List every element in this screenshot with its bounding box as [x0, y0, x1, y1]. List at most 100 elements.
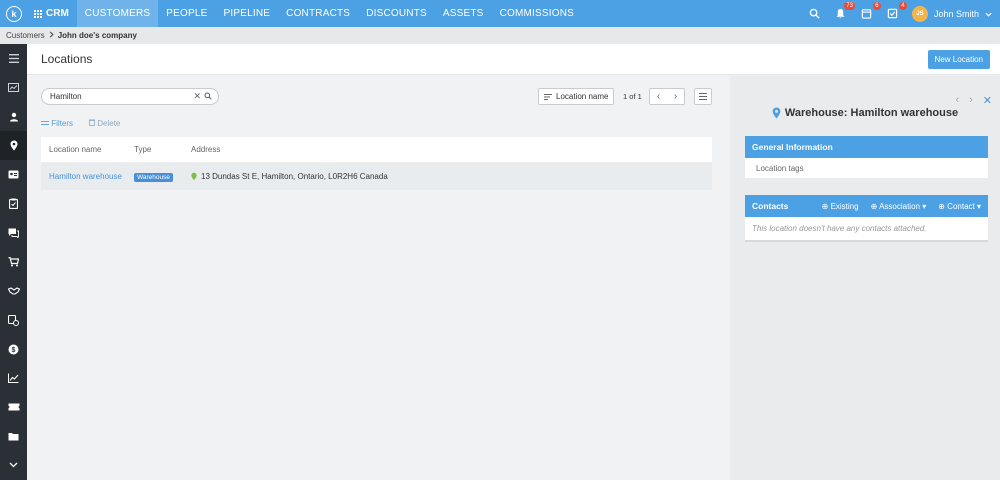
header-address[interactable]: Address [191, 145, 712, 154]
locations-table: Location name Type Address Hamilton ware… [41, 137, 712, 190]
clear-search-icon[interactable]: ✕ [193, 91, 201, 102]
table-row[interactable]: Hamilton warehouse Warehouse 13 Dundas S… [41, 163, 712, 190]
sidebar-item-dashboard[interactable] [0, 73, 27, 102]
approvals-check-icon[interactable]: 4 [886, 1, 907, 21]
detail-nav: ‹ › ✕ [955, 94, 992, 107]
header-location-name[interactable]: Location name [41, 145, 134, 154]
header-type[interactable]: Type [134, 145, 191, 154]
top-navigation-bar: k CRM CUSTOMERS PEOPLE PIPELINE CONTRACT… [0, 0, 1000, 27]
general-information-header[interactable]: General Information [745, 136, 988, 158]
search-icon[interactable] [808, 7, 822, 21]
association-label: Association [879, 201, 920, 211]
search-input[interactable]: Hamilton ✕ [41, 88, 219, 105]
location-pin-icon [772, 107, 781, 119]
search-value[interactable]: Hamilton [50, 92, 190, 101]
billing-icon [8, 314, 19, 326]
filters-label: Filters [51, 119, 74, 128]
pager-buttons: ‹ › [649, 88, 685, 105]
tasks-icon[interactable]: 6 [860, 1, 881, 21]
chat-icon [8, 228, 19, 238]
location-pin-icon [10, 140, 17, 151]
existing-label: Existing [830, 201, 859, 211]
nav-assets[interactable]: ASSETS [435, 0, 492, 27]
contacts-title: Contacts [752, 201, 789, 211]
sort-selector[interactable]: Location name [538, 88, 615, 105]
breadcrumb-parent[interactable]: Customers [6, 31, 45, 40]
detail-title-text: Warehouse: Hamilton warehouse [784, 107, 959, 119]
sidebar-item-people[interactable] [0, 102, 27, 131]
delete-button[interactable]: Delete [89, 119, 120, 128]
clipboard-icon [9, 198, 18, 210]
list-toolbar: Filters Delete [41, 119, 120, 128]
sidebar-menu-toggle[interactable] [0, 44, 27, 73]
list-icon [699, 93, 707, 100]
contacts-empty-message: This location doesn't have any contacts … [745, 217, 988, 242]
svg-text:$: $ [12, 347, 16, 354]
chevron-down-icon [9, 462, 18, 468]
tasks-count-badge: 6 [872, 1, 881, 10]
filters-button[interactable]: Filters [41, 119, 73, 128]
delete-label: Delete [97, 119, 121, 128]
general-information-card: General Information Location tags [745, 136, 988, 178]
location-name-link[interactable]: Hamilton warehouse [49, 172, 122, 181]
dashboard-icon [8, 83, 19, 93]
sidebar-item-contacts[interactable] [0, 160, 27, 189]
nav-discounts[interactable]: DISCOUNTS [358, 0, 435, 27]
user-name: John Smith [933, 8, 979, 19]
sidebar-item-tasks[interactable] [0, 189, 27, 218]
filter-icon [41, 121, 49, 125]
hamburger-icon [8, 54, 19, 64]
map-pin-icon [191, 172, 197, 181]
top-right-actions: 73 6 4 JS John Smith [808, 0, 1000, 27]
app-logo[interactable]: k [0, 0, 28, 27]
nav-pipeline[interactable]: PIPELINE [216, 0, 279, 27]
dollar-icon: $ [8, 344, 19, 355]
location-type-badge: Warehouse [134, 173, 173, 182]
nav-commissions[interactable]: COMMISSIONS [492, 0, 582, 27]
sidebar-item-tickets[interactable] [0, 393, 27, 422]
table-header: Location name Type Address [41, 137, 712, 163]
new-location-button[interactable]: New Location [927, 50, 990, 69]
nav-customers[interactable]: CUSTOMERS [76, 0, 159, 27]
previous-record-icon[interactable]: ‹ [955, 94, 959, 107]
sidebar-item-reports[interactable] [0, 364, 27, 393]
avatar: JS [911, 5, 928, 22]
notifications-count-badge: 73 [844, 1, 855, 10]
contact-dropdown[interactable]: ⊕ Contact ▾ [938, 202, 981, 211]
folder-icon [8, 432, 19, 441]
nav-contracts[interactable]: CONTRACTS [278, 0, 358, 27]
next-page-button[interactable]: › [667, 89, 684, 104]
cart-icon [8, 256, 19, 267]
nav-people[interactable]: PEOPLE [158, 0, 215, 27]
add-existing-contact-button[interactable]: ⊕ Existing [822, 202, 859, 211]
sidebar-more[interactable] [0, 451, 27, 480]
notifications-bell-icon[interactable]: 73 [834, 1, 855, 21]
main-nav: CUSTOMERS PEOPLE PIPELINE CONTRACTS DISC… [76, 0, 582, 27]
crm-menu-button[interactable]: CRM [28, 0, 77, 27]
locations-list-area: Hamilton ✕ Location name 1 of 1 ‹ › Filt… [27, 76, 729, 480]
approvals-count-badge: 4 [898, 1, 907, 10]
sidebar-item-deals[interactable] [0, 277, 27, 306]
list-view-button[interactable] [694, 88, 712, 105]
chart-icon [8, 373, 19, 384]
search-icon[interactable] [204, 92, 212, 102]
next-record-icon[interactable]: › [969, 94, 973, 107]
sidebar-item-payments[interactable]: $ [0, 335, 27, 364]
association-dropdown[interactable]: ⊕ Association ▾ [871, 202, 927, 211]
handshake-icon [7, 287, 20, 295]
ticket-icon [8, 403, 19, 411]
sidebar-item-orders[interactable] [0, 247, 27, 276]
page-header: Locations New Location [27, 44, 1000, 75]
close-icon[interactable]: ✕ [983, 94, 992, 107]
breadcrumb-current: John doe's company [57, 31, 137, 40]
sidebar-item-billing[interactable] [0, 306, 27, 335]
detail-title: Warehouse: Hamilton warehouse [730, 107, 1000, 119]
sidebar-item-locations[interactable] [0, 131, 27, 161]
sort-icon [544, 93, 552, 100]
sidebar-item-messages[interactable] [0, 218, 27, 247]
sidebar-item-files[interactable] [0, 422, 27, 451]
user-menu[interactable]: JS John Smith [911, 5, 992, 22]
location-tags-field[interactable]: Location tags [745, 158, 988, 178]
prev-page-button[interactable]: ‹ [650, 89, 667, 104]
trash-icon [89, 119, 96, 126]
